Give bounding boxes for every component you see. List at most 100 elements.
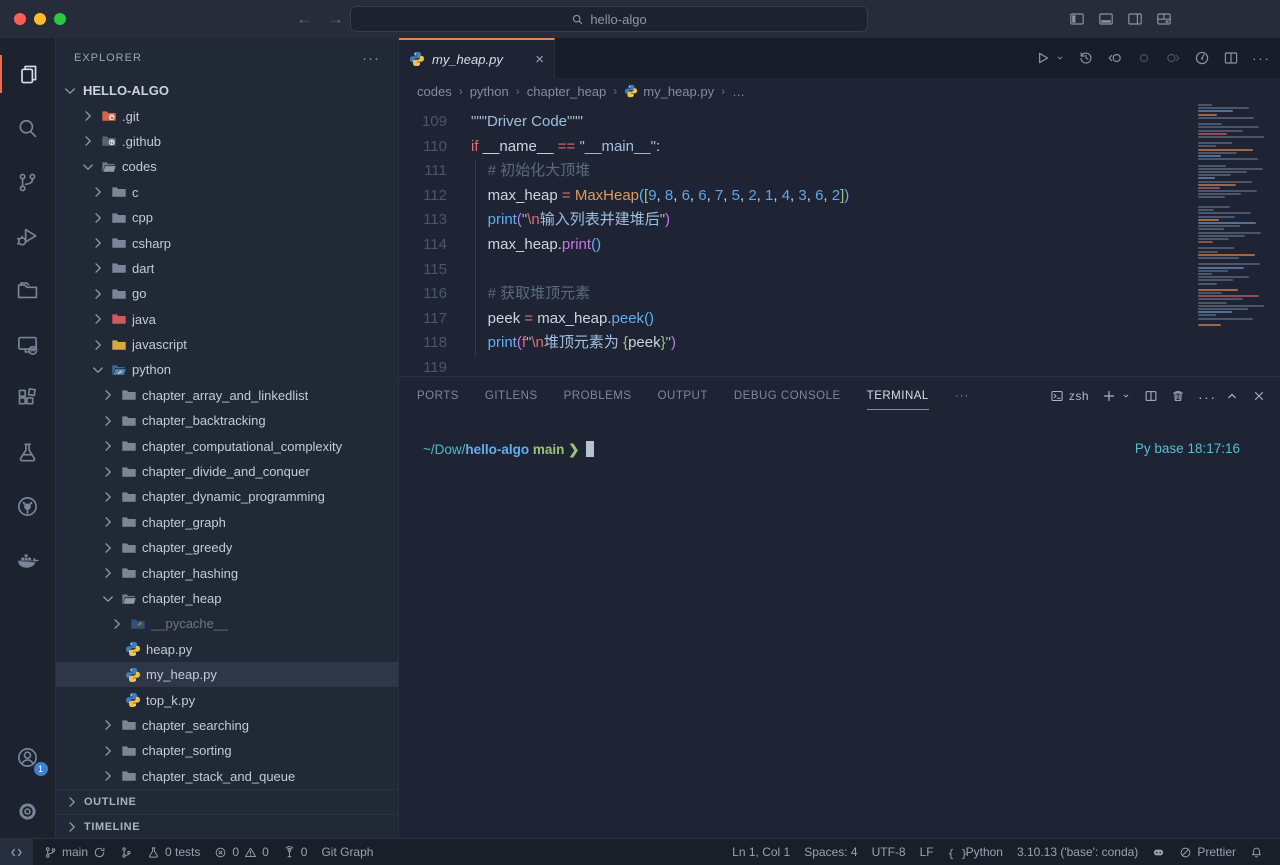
toggle-secondary-sidebar-icon[interactable] xyxy=(1127,11,1143,27)
status-test-status[interactable]: 0 tests xyxy=(140,839,207,865)
split-terminal[interactable] xyxy=(1144,389,1158,403)
status-commit-graph[interactable] xyxy=(113,839,140,865)
tree-item-csharp[interactable]: csharp xyxy=(56,230,398,255)
breadcrumb-item-my_heap.py[interactable]: my_heap.py xyxy=(624,84,714,99)
tree-item-__pycache__[interactable]: __pycache__ xyxy=(56,611,398,636)
toggle-panel-icon[interactable] xyxy=(1098,11,1114,27)
activity-item-testing[interactable] xyxy=(0,425,56,479)
status-cursor-position[interactable]: Ln 1, Col 1 xyxy=(725,839,797,865)
new-terminal[interactable] xyxy=(1102,389,1116,403)
tree-item-go[interactable]: go xyxy=(56,281,398,306)
shell-selector[interactable]: zsh xyxy=(1050,389,1089,403)
breadcrumb-item-…[interactable]: … xyxy=(732,84,745,99)
tree-item-chapter_hashing[interactable]: chapter_hashing xyxy=(56,560,398,585)
tree-item-python[interactable]: python xyxy=(56,357,398,382)
tree-item-chapter_stack_and_queue[interactable]: chapter_stack_and_queue xyxy=(56,764,398,789)
tree-item-HELLO-ALGO[interactable]: HELLO-ALGO xyxy=(56,78,398,103)
close-window-button[interactable] xyxy=(14,13,26,25)
status-encoding[interactable]: UTF-8 xyxy=(865,839,913,865)
activity-item-docker[interactable] xyxy=(0,533,56,587)
close-panel[interactable] xyxy=(1252,389,1266,403)
tree-item-.github[interactable]: .github xyxy=(56,129,398,154)
panel-more[interactable]: ··· xyxy=(1198,389,1212,403)
minimap[interactable] xyxy=(1198,104,1274,338)
run-python-file-icon[interactable] xyxy=(1034,50,1050,66)
status-python-interpreter[interactable]: 3.10.13 ('base': conda) xyxy=(1010,839,1145,865)
status-copilot[interactable] xyxy=(1145,839,1172,865)
breadcrumb-item-python[interactable]: python xyxy=(470,84,509,99)
tree-item-cpp[interactable]: cpp xyxy=(56,205,398,230)
status-remote-indicator[interactable] xyxy=(0,839,33,865)
activity-item-folders[interactable] xyxy=(0,263,56,317)
explorer-more-actions-icon[interactable]: ··· xyxy=(362,50,380,67)
tree-item-dart[interactable]: dart xyxy=(56,256,398,281)
gitlens-graph-icon[interactable] xyxy=(1194,50,1210,66)
tree-item-java[interactable]: java xyxy=(56,307,398,332)
tree-item-chapter_heap[interactable]: chapter_heap xyxy=(56,586,398,611)
maximize-panel[interactable] xyxy=(1225,389,1239,403)
tree-item-chapter_dynamic_programming[interactable]: chapter_dynamic_programming xyxy=(56,484,398,509)
panel-tab-output[interactable]: OUTPUT xyxy=(658,377,708,415)
status-indentation[interactable]: Spaces: 4 xyxy=(797,839,864,865)
zoom-window-button[interactable] xyxy=(54,13,66,25)
tree-item-top_k.py[interactable]: top_k.py xyxy=(56,687,398,712)
tree-item-heap.py[interactable]: heap.py xyxy=(56,637,398,662)
tree-item-chapter_searching[interactable]: chapter_searching xyxy=(56,713,398,738)
status-prettier[interactable]: Prettier xyxy=(1172,839,1243,865)
panel-tabs-more-icon[interactable]: ··· xyxy=(955,390,970,402)
activity-item-source-control[interactable] xyxy=(0,155,56,209)
panel-tab-gitlens[interactable]: GITLENS xyxy=(485,377,538,415)
tree-item-.git[interactable]: .git xyxy=(56,103,398,128)
panel-tab-ports[interactable]: PORTS xyxy=(417,377,459,415)
status-notifications[interactable] xyxy=(1243,839,1270,865)
minimize-window-button[interactable] xyxy=(34,13,46,25)
tab-my_heap.py[interactable]: my_heap.py × xyxy=(399,38,555,78)
activity-item-accounts[interactable]: 1 xyxy=(0,730,56,784)
toggle-primary-sidebar-icon[interactable] xyxy=(1069,11,1085,27)
activity-item-settings[interactable] xyxy=(0,784,56,838)
nav-back-icon[interactable]: ← xyxy=(296,9,313,29)
sidebar-section-outline[interactable]: OUTLINE xyxy=(56,790,398,814)
sidebar-section-timeline[interactable]: TIMELINE xyxy=(56,814,398,838)
breadcrumb-item-codes[interactable]: codes xyxy=(417,84,452,99)
nav-forward-icon[interactable]: → xyxy=(327,9,344,29)
tree-item-codes[interactable]: codes xyxy=(56,154,398,179)
tree-item-chapter_greedy[interactable]: chapter_greedy xyxy=(56,535,398,560)
tree-item-chapter_backtracking[interactable]: chapter_backtracking xyxy=(56,408,398,433)
panel-tab-terminal[interactable]: TERMINAL xyxy=(867,377,929,415)
run-dropdown-icon[interactable] xyxy=(1055,53,1065,63)
breadcrumb-item-chapter_heap[interactable]: chapter_heap xyxy=(527,84,607,99)
activity-item-remote-explorer[interactable] xyxy=(0,317,56,371)
tree-item-javascript[interactable]: javascript xyxy=(56,332,398,357)
status-eol[interactable]: LF xyxy=(913,839,941,865)
tree-item-c[interactable]: c xyxy=(56,180,398,205)
terminal[interactable]: ~/Dow/hello-algo main ❯ Py base 18:17:16 xyxy=(399,415,1280,458)
status-git-graph[interactable]: Git Graph xyxy=(314,839,380,865)
customize-layout-icon[interactable] xyxy=(1156,11,1172,27)
terminal-dropdown[interactable] xyxy=(1121,391,1131,401)
tree-item-chapter_computational_complexity[interactable]: chapter_computational_complexity xyxy=(56,433,398,458)
tree-item-chapter_graph[interactable]: chapter_graph xyxy=(56,510,398,535)
split-editor-icon[interactable] xyxy=(1223,50,1239,66)
activity-item-search[interactable] xyxy=(0,101,56,155)
panel-tab-problems[interactable]: PROBLEMS xyxy=(564,377,632,415)
tree-item-my_heap.py[interactable]: my_heap.py xyxy=(56,662,398,687)
activity-item-github[interactable] xyxy=(0,479,56,533)
activity-item-run-and-debug[interactable] xyxy=(0,209,56,263)
tree-item-chapter_divide_and_conquer[interactable]: chapter_divide_and_conquer xyxy=(56,459,398,484)
current-change-icon[interactable] xyxy=(1136,50,1152,66)
file-history-icon[interactable] xyxy=(1078,50,1094,66)
status-language-mode[interactable]: { }Python xyxy=(941,839,1010,865)
panel-tab-debug-console[interactable]: DEBUG CONSOLE xyxy=(734,377,841,415)
activity-item-explorer[interactable] xyxy=(0,47,56,101)
tab-close-icon[interactable]: × xyxy=(535,51,544,68)
previous-change-icon[interactable] xyxy=(1107,50,1123,66)
kill-terminal[interactable] xyxy=(1171,389,1185,403)
code-editor[interactable]: 109110111112113114115116117118119 """Dri… xyxy=(399,104,1280,376)
status-ports[interactable]: 0 xyxy=(276,839,315,865)
status-problems[interactable]: 00 xyxy=(207,839,275,865)
next-change-icon[interactable] xyxy=(1165,50,1181,66)
activity-item-extensions[interactable] xyxy=(0,371,56,425)
tree-item-chapter_array_and_linkedlist[interactable]: chapter_array_and_linkedlist xyxy=(56,383,398,408)
more-actions-icon[interactable]: ··· xyxy=(1252,50,1268,66)
